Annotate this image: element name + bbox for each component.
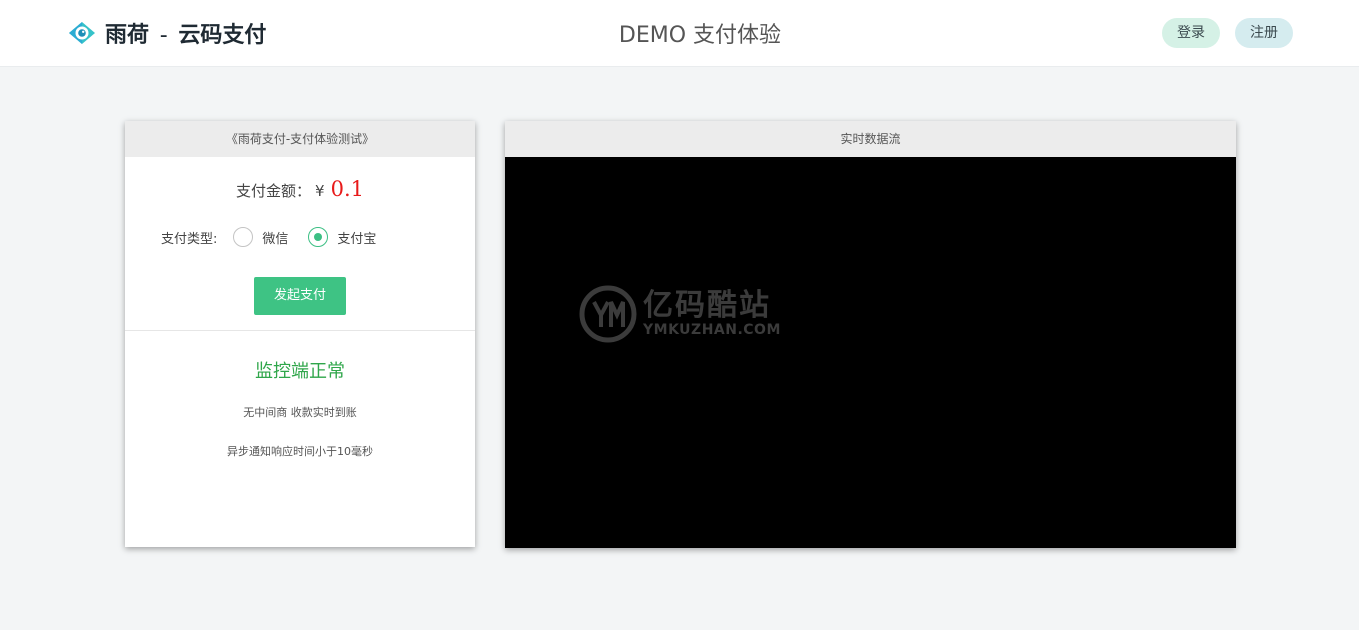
amount-label: 支付金额： [236,182,312,200]
info-line-no-middleman: 无中间商 收款实时到账 [243,406,357,419]
login-button[interactable]: 登录 [1162,18,1220,48]
radio-alipay[interactable] [308,227,329,247]
amount-row: 支付金额： ¥0.1 [125,177,475,201]
amount-value: 0.1 [330,177,364,201]
watermark-en: YMKUZHAN.COM [643,322,781,338]
info-line-async-notify: 异步通知响应时间小于10毫秒 [227,445,373,458]
top-header: 雨荷 - 云码支付 DEMO 支付体验 登录 注册 [0,0,1359,67]
stream-panel-title: 实时数据流 [505,121,1236,157]
currency-symbol: ¥ [315,182,325,200]
radio-wechat-label: 微信 [262,231,289,247]
payment-panel-title: 《雨荷支付-支付体验测试》 [125,121,475,157]
radio-option-wechat[interactable]: 微信 [233,227,288,247]
radio-option-alipay[interactable]: 支付宝 [308,227,376,247]
monitor-status: 监控端正常 [255,361,345,382]
stream-console: 亿码酷站 YMKUZHAN.COM [505,157,1236,548]
page-title: DEMO 支付体验 [618,23,782,48]
payment-panel: 《雨荷支付-支付体验测试》 支付金额： ¥0.1 支付类型: 微信 支付宝 发起支… [125,121,475,547]
watermark-text: 亿码酷站 YMKUZHAN.COM [643,288,781,339]
watermark-cn: 亿码酷站 [643,288,771,323]
radio-wechat[interactable] [233,227,254,247]
stream-panel: 实时数据流 亿码酷站 YMKUZHAN.COM [505,121,1236,548]
payment-type-row: 支付类型: 微信 支付宝 [161,227,396,247]
watermark-logo-icon [579,285,637,343]
watermark: 亿码酷站 YMKUZHAN.COM [579,285,781,343]
divider [125,330,475,331]
payment-type-label: 支付类型: [161,231,218,247]
radio-alipay-label: 支付宝 [337,231,377,247]
register-button[interactable]: 注册 [1235,18,1293,48]
start-payment-button[interactable]: 发起支付 [254,277,346,315]
